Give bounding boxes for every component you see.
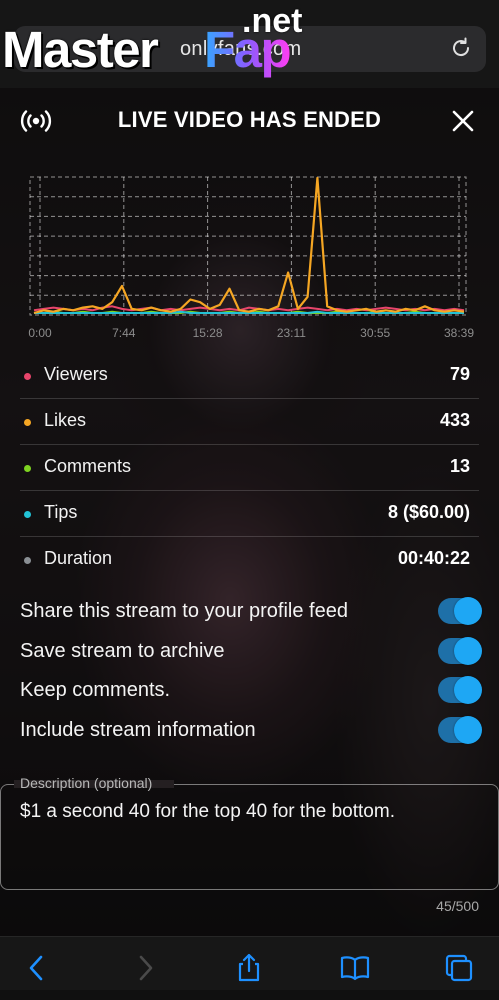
app-screen: onlyfans.com Master Fap .net LIVE VIDEO … <box>0 0 499 1000</box>
stat-label: Duration <box>44 548 113 568</box>
forward-icon[interactable] <box>130 953 160 983</box>
share-icon[interactable] <box>234 953 264 983</box>
option-label: Include stream information <box>20 719 256 741</box>
option-label: Save stream to archive <box>20 640 225 662</box>
reload-icon[interactable] <box>449 36 473 60</box>
stat-dot-icon <box>24 557 31 564</box>
stat-dot-icon <box>24 373 31 380</box>
stat-value: 433 <box>439 410 470 430</box>
stat-row-tips: Tips 8 ($60.00) <box>20 491 479 537</box>
option-toggle[interactable] <box>438 597 482 625</box>
chart-frame <box>29 176 467 316</box>
stat-value: 79 <box>449 364 470 384</box>
description-label: Description (optional) <box>20 775 153 791</box>
stat-label: Tips <box>44 502 78 522</box>
stream-stats-chart: 0:00 7:44 15:28 23:11 30:55 38:39 <box>28 176 474 340</box>
bottom-edge <box>0 990 499 1000</box>
panel-title: LIVE VIDEO HAS ENDED <box>117 107 382 132</box>
stat-dot-icon <box>24 511 31 518</box>
x-tick-label: 7:44 <box>112 326 136 340</box>
toggle-knob <box>454 637 482 665</box>
stat-value: 00:40:22 <box>397 548 470 568</box>
stat-label: Viewers <box>44 364 108 384</box>
stat-label: Comments <box>44 456 132 476</box>
option-toggle[interactable] <box>438 676 482 704</box>
toggle-knob <box>454 676 482 704</box>
x-tick-label: 23:11 <box>277 326 306 340</box>
watermark-logo: Master Fap .net <box>2 2 312 80</box>
option-label: Keep comments. <box>20 679 171 701</box>
close-icon[interactable] <box>451 109 475 133</box>
x-tick-label: 30:55 <box>360 326 390 340</box>
stat-row-comments: Comments 13 <box>20 445 479 491</box>
option-row: Save stream to archive <box>20 634 482 670</box>
x-tick-label: 38:39 <box>444 326 474 340</box>
stat-value: 8 ($60.00) <box>387 502 470 522</box>
toggle-knob <box>454 716 482 744</box>
option-toggle[interactable] <box>438 716 482 744</box>
option-row: Share this stream to your profile feed <box>20 594 482 630</box>
watermark-master: Master <box>2 21 159 78</box>
stat-dot-icon <box>24 419 31 426</box>
stat-row-likes: Likes 433 <box>20 399 479 445</box>
stat-dot-icon <box>24 465 31 472</box>
x-tick-label: 0:00 <box>28 326 52 340</box>
x-tick-label: 15:28 <box>193 326 223 340</box>
option-label: Share this stream to your profile feed <box>20 600 348 622</box>
character-count: 45/500 <box>436 898 479 914</box>
chart-series-line <box>33 176 465 315</box>
option-row: Include stream information <box>20 713 482 749</box>
stat-row-viewers: Viewers 79 <box>20 353 479 399</box>
tabs-icon[interactable] <box>444 953 474 983</box>
back-icon[interactable] <box>22 953 52 983</box>
description-value[interactable]: $1 a second 40 for the top 40 for the bo… <box>20 800 480 824</box>
watermark-net: .net <box>242 2 303 40</box>
option-row: Keep comments. <box>20 673 482 709</box>
toggle-knob <box>454 597 482 625</box>
option-toggle[interactable] <box>438 637 482 665</box>
bookmarks-icon[interactable] <box>340 953 370 983</box>
stat-row-duration: Duration 00:40:22 <box>20 537 479 583</box>
stat-label: Likes <box>44 410 87 430</box>
stat-value: 13 <box>449 456 470 476</box>
